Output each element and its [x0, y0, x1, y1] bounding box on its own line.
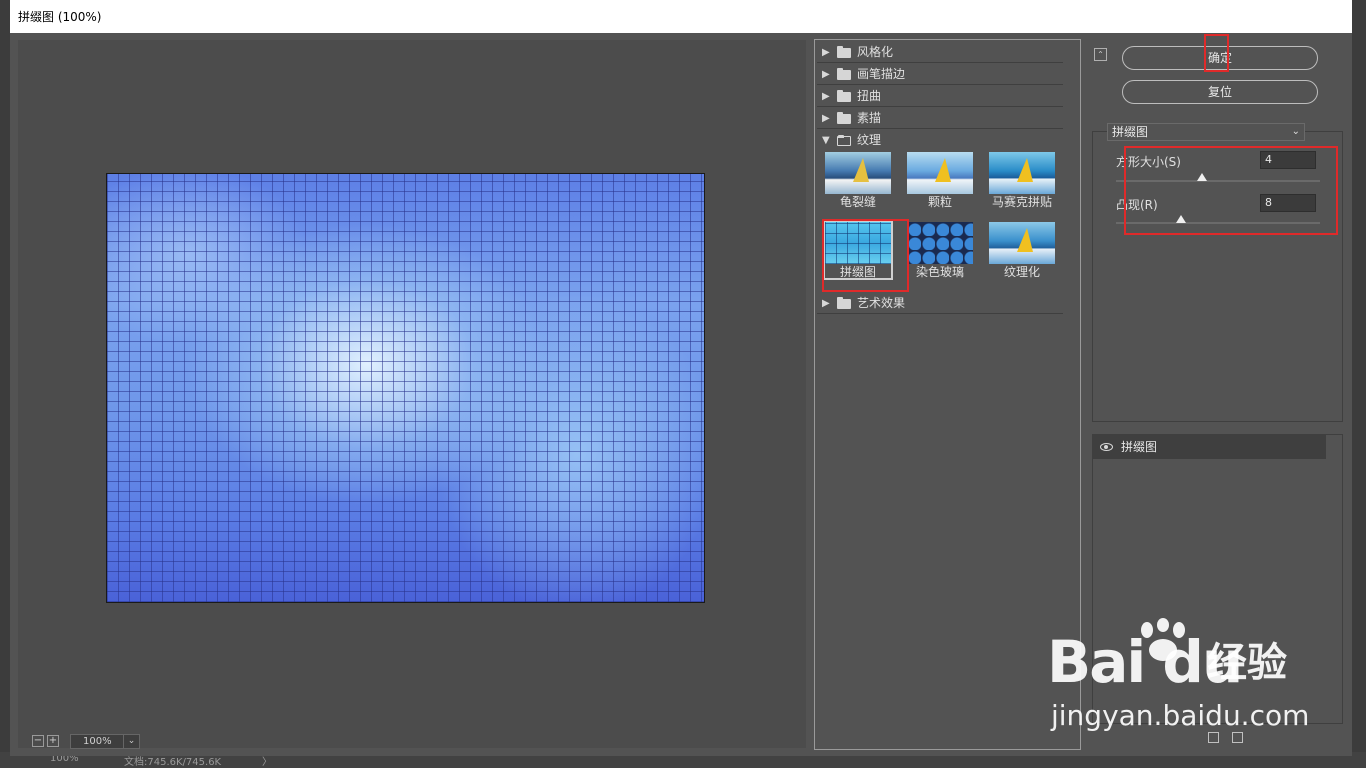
zoom-value: 100%: [83, 735, 112, 747]
filter-preview-thumbnail: [907, 222, 973, 264]
highlight-box: [1204, 34, 1229, 72]
filter-preview-thumbnail: [989, 152, 1055, 194]
zoom-controls: − + 100% ⌄: [32, 733, 140, 749]
preview-area[interactable]: − + 100% ⌄: [18, 40, 806, 749]
expand-triangle-icon[interactable]: ▶: [822, 86, 830, 107]
chevron-down-icon[interactable]: ⌄: [1292, 124, 1300, 140]
category-texture[interactable]: ▼ 纹理: [817, 130, 1063, 151]
watermark-cn: 经验: [1207, 640, 1287, 686]
folder-icon: [837, 112, 851, 124]
open-folder-icon: [837, 135, 851, 146]
filter-select[interactable]: 拼缀图 ⌄: [1107, 123, 1305, 141]
highlight-box: [1124, 146, 1338, 235]
zoom-in-button[interactable]: +: [47, 735, 59, 747]
collapse-gallery-icon[interactable]: ⌃: [1094, 48, 1107, 61]
expand-triangle-icon[interactable]: ▶: [822, 293, 830, 314]
chevron-down-icon[interactable]: ⌄: [123, 733, 139, 749]
filter-thumb-mosaic-tiles[interactable]: 马赛克拼贴: [989, 152, 1055, 209]
folder-icon: [837, 297, 851, 309]
preview-image[interactable]: [106, 173, 705, 603]
expand-triangle-icon[interactable]: ▶: [822, 108, 830, 129]
folder-icon: [837, 90, 851, 102]
folder-icon: [837, 46, 851, 58]
expand-triangle-icon[interactable]: ▶: [822, 64, 830, 85]
filter-preview-thumbnail: [907, 152, 973, 194]
watermark-url: jingyan.baidu.com: [1051, 699, 1310, 732]
reset-button[interactable]: 复位: [1122, 80, 1318, 104]
zoom-select[interactable]: 100% ⌄: [70, 733, 140, 749]
filter-list-panel: ▶ 风格化 ▶ 画笔描边 ▶ 扭曲 ▶ 素描 ▼ 纹理 龟裂缝 颗粒 马赛克拼贴…: [814, 39, 1081, 750]
eye-icon[interactable]: [1100, 443, 1113, 451]
filter-preview-thumbnail: [989, 222, 1055, 264]
category-artistic[interactable]: ▶ 艺术效果: [817, 293, 1063, 314]
app-left-strip: [0, 0, 10, 768]
filter-thumb-craquelure[interactable]: 龟裂缝: [825, 152, 891, 209]
dialog-title: 拼缀图 (100%): [10, 0, 1352, 33]
folder-icon: [837, 68, 851, 80]
effect-layer-row[interactable]: 拼缀图: [1093, 435, 1326, 459]
category-stylize[interactable]: ▶ 风格化: [817, 42, 1063, 63]
filter-thumb-grain[interactable]: 颗粒: [907, 152, 973, 209]
zoom-out-button[interactable]: −: [32, 735, 44, 747]
app-right-strip: [1352, 0, 1366, 768]
category-sketch[interactable]: ▶ 素描: [817, 108, 1063, 129]
filter-preview-thumbnail: [825, 152, 891, 194]
expand-triangle-icon[interactable]: ▶: [822, 42, 830, 63]
filter-thumb-stained-glass[interactable]: 染色玻璃: [907, 222, 973, 279]
category-brush-strokes[interactable]: ▶ 画笔描边: [817, 64, 1063, 85]
filter-thumb-texturizer[interactable]: 纹理化: [989, 222, 1055, 279]
category-distort[interactable]: ▶ 扭曲: [817, 86, 1063, 107]
collapse-triangle-icon[interactable]: ▼: [822, 130, 830, 151]
baidu-jingyan-watermark: Bai du 经验 jingyan.baidu.com: [1045, 618, 1345, 740]
selected-filter-value: 拼缀图: [1112, 125, 1149, 139]
highlight-box: [822, 219, 909, 292]
